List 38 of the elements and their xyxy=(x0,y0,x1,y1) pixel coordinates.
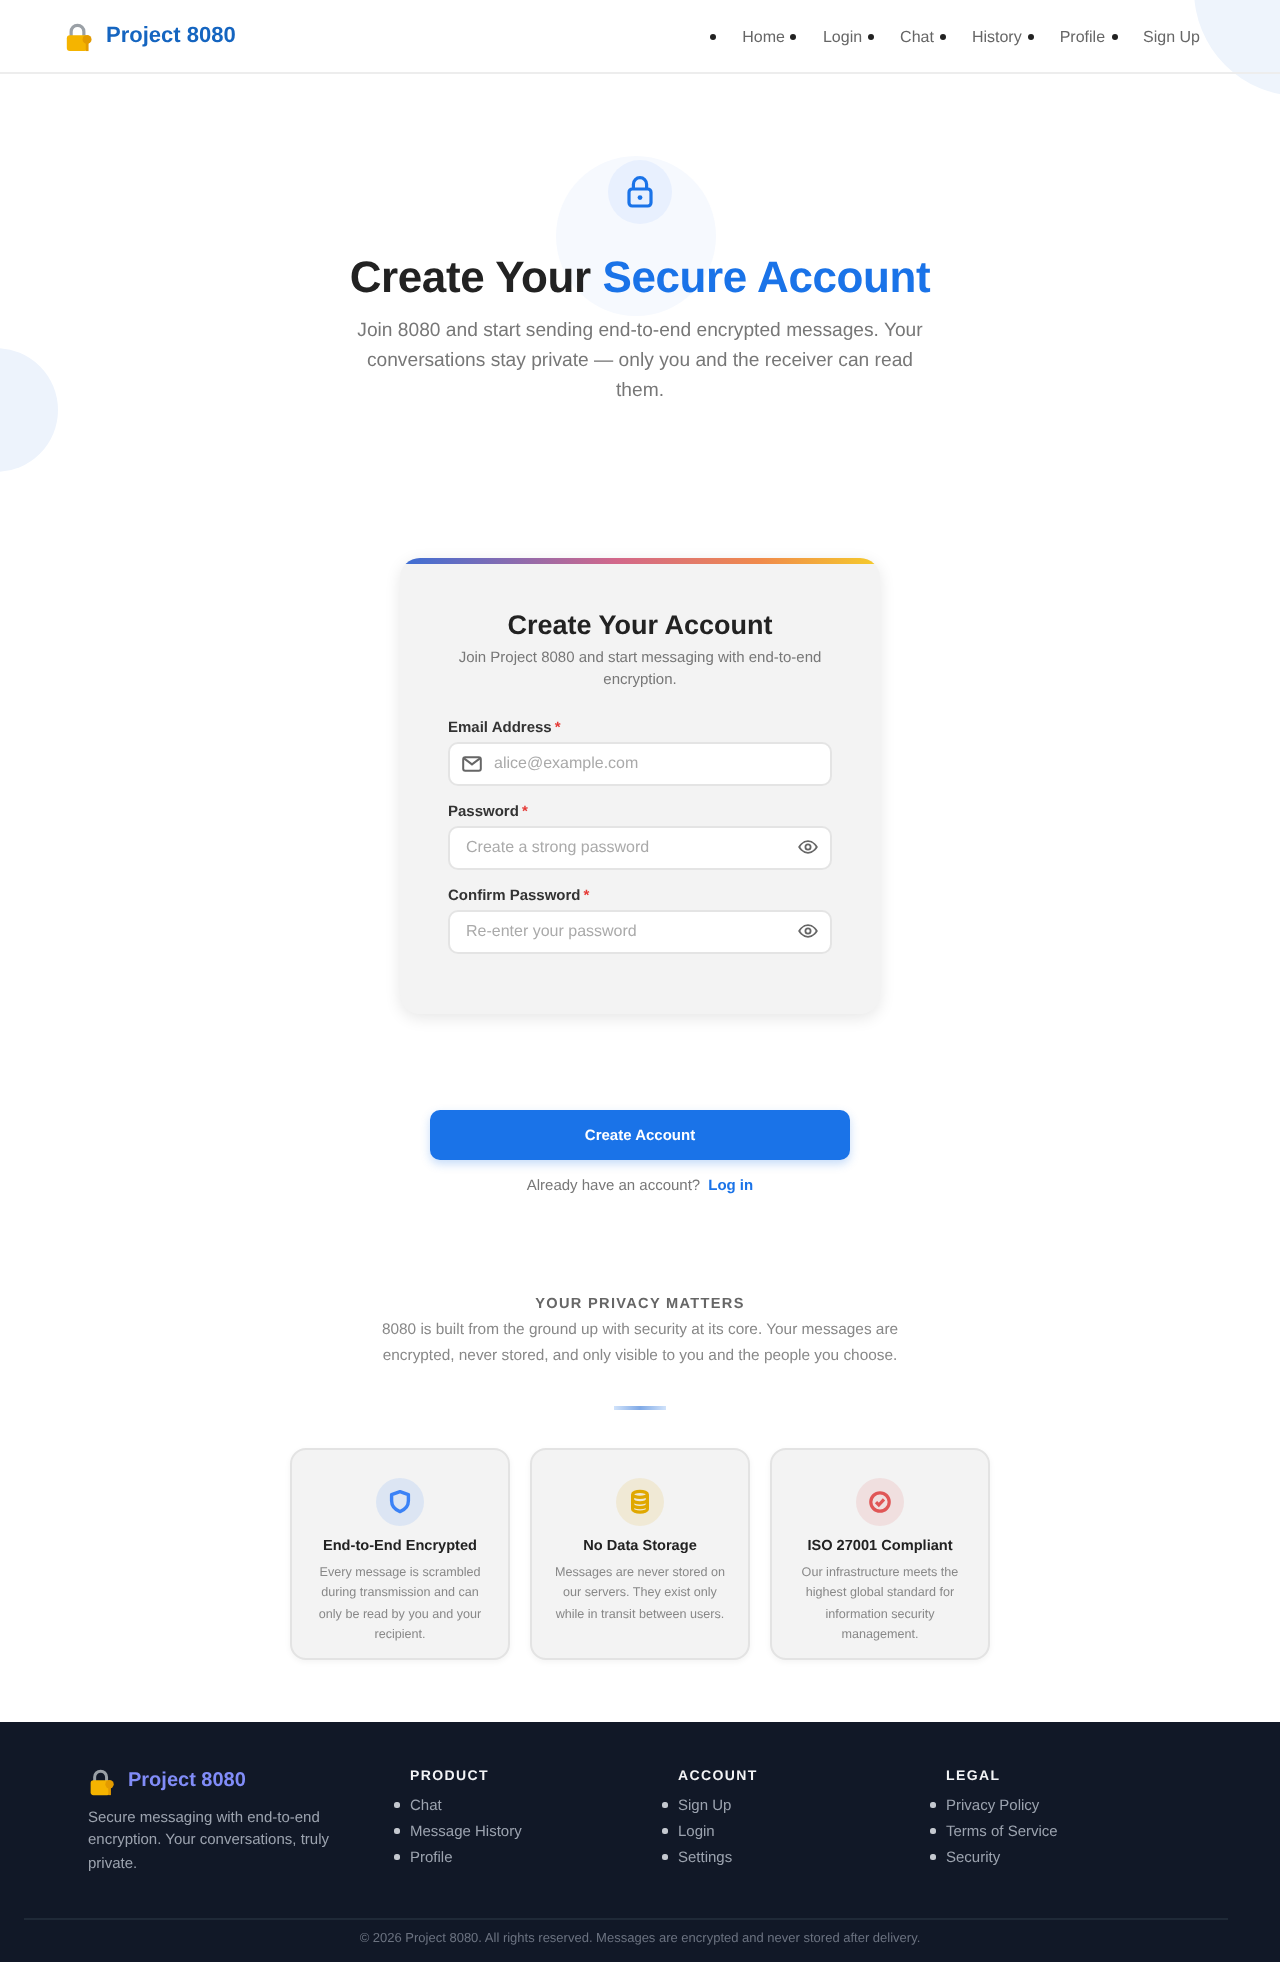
nav-link[interactable]: Chat xyxy=(900,27,934,45)
nav-link[interactable]: Sign Up xyxy=(1143,27,1200,45)
lock-icon xyxy=(608,160,672,224)
nav-link[interactable]: Login xyxy=(822,27,863,45)
bullet-icon xyxy=(930,1854,935,1860)
check-circle-icon xyxy=(856,1477,904,1525)
bullet-icon xyxy=(394,1802,399,1808)
bullet-icon xyxy=(394,1828,399,1834)
bullet-icon xyxy=(710,33,717,39)
padlock-icon xyxy=(88,1767,116,1795)
bullet-icon xyxy=(790,33,797,39)
eye-icon[interactable] xyxy=(798,924,818,938)
shield-icon xyxy=(376,1477,424,1525)
email-field[interactable]: alice@example.com xyxy=(448,741,832,785)
bullet-icon xyxy=(939,33,946,39)
bullet-icon xyxy=(1111,33,1118,39)
nav-link[interactable]: History xyxy=(971,27,1022,45)
hero-subtitle: Join 8080 and start sending end-to-end encrypted messages. Your conversations stay private — only you and the receiver can read them. xyxy=(355,318,925,406)
padlock-icon xyxy=(64,21,94,51)
hero-title: Create Your Secure Account xyxy=(347,252,933,304)
card-title: Create Your Account xyxy=(505,607,775,641)
logo-link[interactable]: Project 8080 xyxy=(64,21,236,51)
password-field[interactable]: Create a strong password xyxy=(448,825,832,869)
bullet-icon xyxy=(1027,33,1034,39)
mail-icon xyxy=(462,755,482,771)
bullet-icon xyxy=(394,1854,399,1860)
nav-link[interactable]: Home xyxy=(742,27,785,45)
database-icon xyxy=(616,1477,664,1525)
password-field[interactable]: Re-enter your password xyxy=(448,909,832,953)
eye-icon[interactable] xyxy=(798,840,818,854)
bullet-icon xyxy=(930,1828,935,1834)
bullet-icon xyxy=(930,1802,935,1808)
bullet-icon xyxy=(662,1854,667,1860)
bullet-icon xyxy=(662,1828,667,1834)
nav-link[interactable]: Profile xyxy=(1059,27,1106,45)
bullet-icon xyxy=(868,33,875,39)
footer-logo-link[interactable]: Project 8080 xyxy=(88,1767,246,1795)
bullet-icon xyxy=(662,1802,667,1808)
